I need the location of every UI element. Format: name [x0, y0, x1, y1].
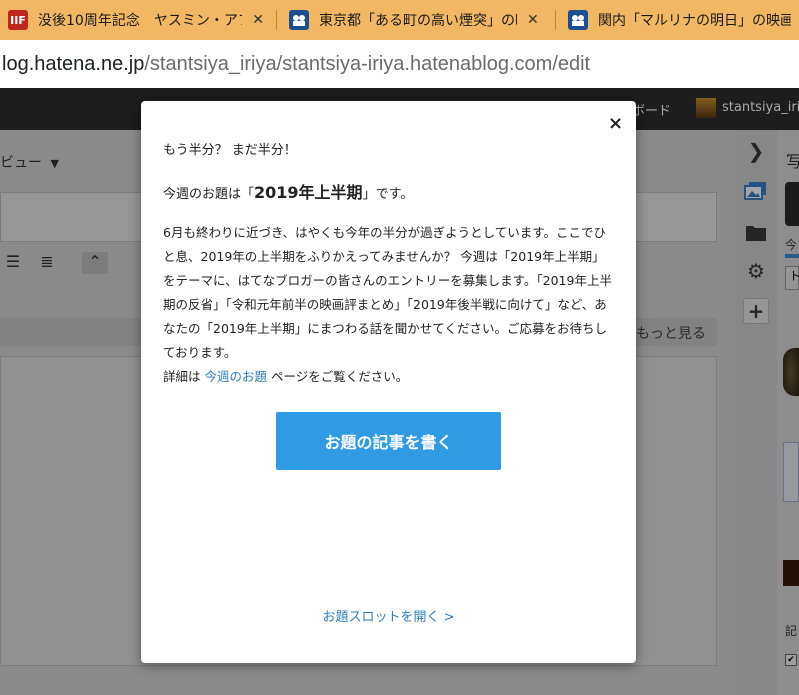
tab-separator: [276, 10, 277, 30]
topic-prefix: 今週のお題は「: [163, 187, 255, 202]
tab-title: 没後10周年記念 ヤスミン・アフマド: [38, 13, 242, 29]
tab-separator: [555, 10, 556, 30]
weekly-topic-link[interactable]: 今週のお題: [204, 369, 267, 384]
modal-body: 6月も終わりに近づき、はやくも今年の半分が過ぎようとしています。ここでひと息、2…: [163, 225, 612, 360]
tab-title: 東京都「ある町の高い煙突」の映: [319, 13, 517, 29]
address-bar[interactable]: log.hatena.ne.jp/stantsiya_iriya/stantsi…: [0, 40, 799, 88]
browser-tab-bar: IIF 没後10周年記念 ヤスミン・アフマド ✕ 東京都「ある町の高い煙突」の映…: [0, 0, 799, 40]
browser-tab-3[interactable]: 関内「マルリナの明日」の映画館: [560, 0, 799, 40]
tab-favicon-icon: [568, 10, 588, 30]
close-icon[interactable]: ×: [608, 113, 623, 134]
topic-slot-link[interactable]: お題スロットを開く >: [141, 606, 636, 625]
modal-topic: 今週のお題は「2019年上半期」です。: [163, 179, 413, 203]
browser-tab-2[interactable]: 東京都「ある町の高い煙突」の映 ✕: [281, 0, 551, 40]
tab-close-icon[interactable]: ✕: [527, 12, 539, 28]
write-topic-button[interactable]: お題の記事を書く: [276, 412, 501, 470]
topic-name: 2019年上半期: [254, 183, 363, 202]
browser-tab-1[interactable]: IIF 没後10周年記念 ヤスミン・アフマド ✕: [0, 0, 272, 40]
tab-title: 関内「マルリナの明日」の映画館: [598, 13, 791, 29]
tab-favicon-icon: IIF: [8, 10, 28, 30]
url-host: log.hatena.ne.jp: [2, 52, 145, 75]
topic-suffix: 」です。: [362, 187, 414, 202]
weekly-topic-modal: × もう半分？ まだ半分！ 今週のお題は「2019年上半期」です。 6月も終わり…: [141, 101, 636, 663]
url-path: /stantsiya_iriya/stantsiya-iriya.hatenab…: [144, 52, 591, 75]
detail-suffix: ページをご覧ください。: [267, 369, 409, 384]
modal-lead: もう半分？ まだ半分！: [163, 143, 297, 158]
tab-favicon-icon: [289, 10, 309, 30]
detail-prefix: 詳細は: [163, 369, 205, 384]
modal-detail: 詳細は 今週のお題 ページをご覧ください。: [163, 366, 408, 385]
tab-close-icon[interactable]: ✕: [252, 12, 264, 28]
